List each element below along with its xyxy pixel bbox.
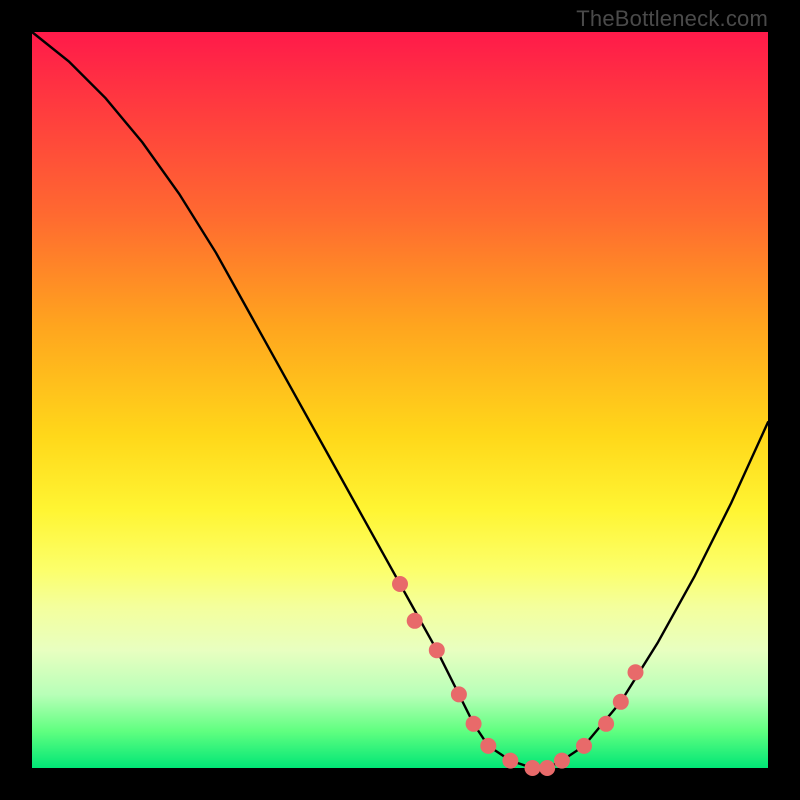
highlight-point: [407, 613, 423, 629]
highlight-point: [451, 686, 467, 702]
highlight-point: [554, 753, 570, 769]
curve-svg: [32, 32, 768, 768]
highlight-point: [480, 738, 496, 754]
bottleneck-curve: [32, 32, 768, 768]
highlight-point: [613, 694, 629, 710]
watermark-text: TheBottleneck.com: [576, 6, 768, 32]
highlight-point: [525, 760, 541, 776]
highlight-point: [392, 576, 408, 592]
highlight-point: [466, 716, 482, 732]
highlight-point: [628, 664, 644, 680]
highlight-point: [576, 738, 592, 754]
chart-frame: TheBottleneck.com: [0, 0, 800, 800]
highlight-points: [392, 576, 644, 776]
highlight-point: [429, 642, 445, 658]
plot-area: [32, 32, 768, 768]
highlight-point: [502, 753, 518, 769]
highlight-point: [598, 716, 614, 732]
highlight-point: [539, 760, 555, 776]
